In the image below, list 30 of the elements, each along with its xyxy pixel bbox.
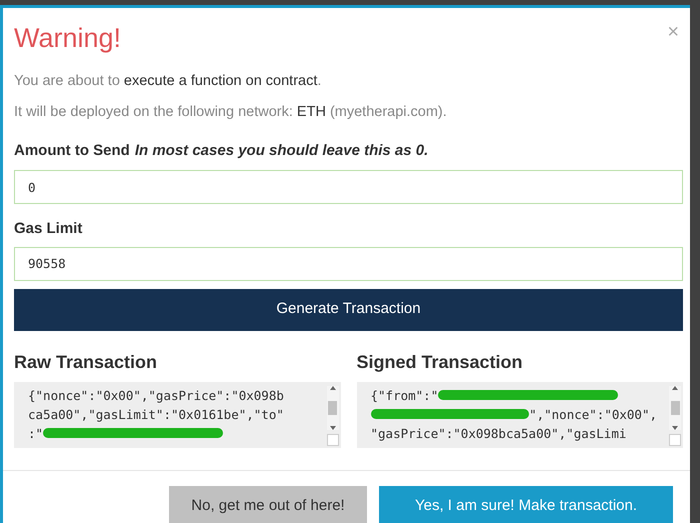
code-text: ca5a00","gasLimit":"0x0161be","to" [28, 406, 284, 424]
scroll-up-icon[interactable] [330, 386, 336, 390]
amount-input[interactable]: 0 [14, 170, 683, 204]
code-text: {"nonce":"0x00","gasPrice":"0x098b [28, 386, 284, 404]
scroll-down-icon[interactable] [672, 426, 678, 430]
warning-message: You are about to execute a function on contract. [14, 72, 322, 91]
code-area[interactable]: {"nonce":"0x00","gasPrice":"0x098b ca5a00","gasLimit":"0x0161be","to" :" [14, 382, 340, 448]
code-area[interactable]: {"from":" ","nonce":"0x00", "gasPrice":"0x098bca5a00","gasLimi [356, 382, 683, 448]
cancel-button[interactable]: No, get me out of here! [169, 486, 367, 523]
code-text: :" [28, 424, 44, 442]
resize-grip-icon[interactable] [669, 434, 681, 446]
code-text: ","nonce":"0x00", [529, 406, 657, 424]
field-hint: In most cases you should leave this as 0. [134, 140, 428, 160]
generate-transaction-button[interactable]: Generate Transaction [14, 288, 683, 330]
code-text: "gasPrice":"0x098bca5a00","gasLimi [370, 424, 626, 442]
resize-grip-icon[interactable] [326, 434, 338, 446]
field-label: Gas Limit [14, 219, 84, 239]
scrollbar[interactable] [669, 386, 681, 430]
gas-limit-input[interactable]: 90558 [14, 246, 683, 280]
scrollbar[interactable] [326, 386, 338, 430]
code-text: {"from":" [370, 386, 438, 404]
field-label: Amount to Send [14, 140, 130, 160]
section-title: Raw Transaction [14, 350, 158, 374]
section-title: Signed Transaction [356, 350, 524, 374]
scroll-up-icon[interactable] [672, 386, 678, 390]
scroll-thumb[interactable] [670, 400, 680, 414]
scroll-down-icon[interactable] [330, 426, 336, 430]
warning-title: Warning! [14, 22, 122, 54]
network-message: It will be deployed on the following network: ETH (myetherapi.com). [14, 102, 448, 122]
scroll-thumb[interactable] [328, 400, 337, 414]
